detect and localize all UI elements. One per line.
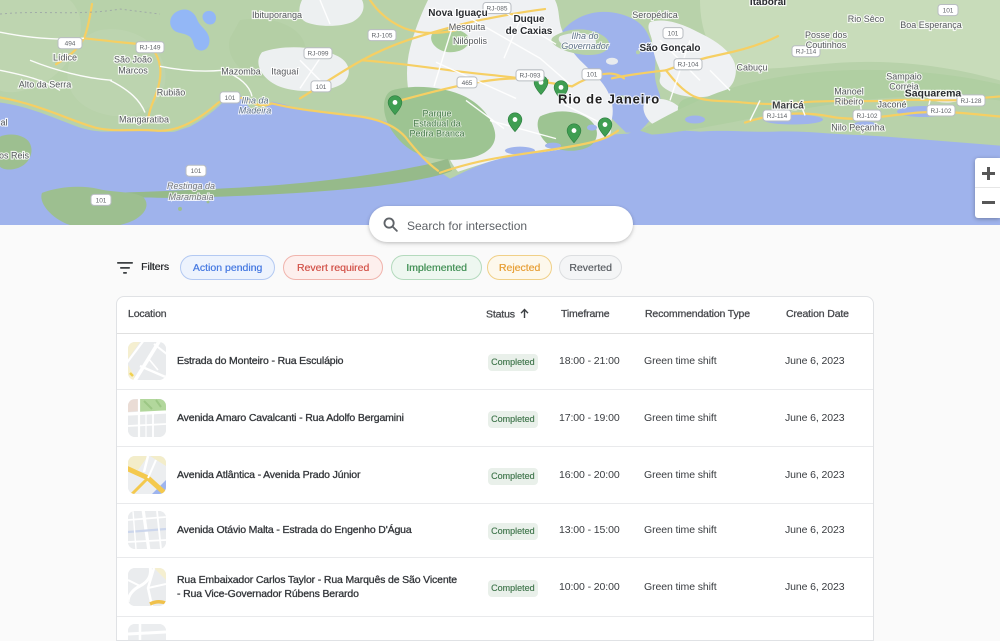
svg-text:101: 101	[587, 72, 598, 79]
svg-text:Sampaio: Sampaio	[886, 71, 922, 81]
svg-text:Restinga da: Restinga da	[167, 181, 215, 191]
svg-text:Itaboraí: Itaboraí	[750, 0, 787, 8]
svg-text:Marcos: Marcos	[118, 65, 148, 75]
svg-text:Mesquita: Mesquita	[449, 22, 486, 32]
svg-text:RJ-149: RJ-149	[140, 45, 161, 52]
svg-text:Jaconé: Jaconé	[877, 99, 906, 109]
svg-text:Itaguaí: Itaguaí	[271, 66, 299, 76]
svg-text:RJ-105: RJ-105	[372, 33, 393, 40]
svg-text:101: 101	[96, 197, 107, 204]
svg-text:RJ-099: RJ-099	[308, 51, 329, 58]
svg-text:São Gonçalo: São Gonçalo	[639, 43, 700, 54]
svg-text:RJ-102: RJ-102	[931, 108, 952, 115]
svg-text:São João: São João	[114, 54, 152, 64]
svg-text:Cabuçu: Cabuçu	[736, 62, 767, 72]
svg-text:RJ-128: RJ-128	[961, 98, 982, 105]
svg-text:Maricá: Maricá	[772, 100, 804, 111]
svg-text:RJ-085: RJ-085	[487, 5, 508, 12]
svg-text:Ilha da: Ilha da	[241, 95, 268, 105]
svg-text:Nova Iguaçu: Nova Iguaçu	[428, 8, 487, 19]
svg-text:de Caxias: de Caxias	[506, 26, 553, 37]
svg-text:Estadual da: Estadual da	[413, 119, 461, 129]
svg-text:Seropédica: Seropédica	[632, 10, 678, 20]
svg-text:Boa Esperança: Boa Esperança	[900, 20, 962, 30]
svg-text:Ribeiro: Ribeiro	[835, 96, 863, 106]
svg-text:Saquarema: Saquarema	[905, 87, 962, 99]
svg-text:101: 101	[191, 168, 202, 175]
svg-text:Posse dos: Posse dos	[805, 30, 847, 40]
svg-text:RJ-093: RJ-093	[520, 73, 541, 80]
svg-text:al: al	[0, 118, 7, 128]
svg-text:Governador: Governador	[561, 41, 609, 51]
svg-text:Manoel: Manoel	[834, 86, 864, 96]
svg-text:Nilo Peçanha: Nilo Peçanha	[831, 123, 885, 133]
svg-text:465: 465	[462, 80, 473, 87]
svg-text:Marambaia: Marambaia	[168, 192, 213, 202]
svg-text:RJ-102: RJ-102	[857, 113, 878, 120]
svg-text:Pedra Branca: Pedra Branca	[409, 129, 465, 139]
svg-text:Rio Sêco: Rio Sêco	[848, 14, 885, 24]
svg-text:Mangaratiba: Mangaratiba	[119, 115, 170, 125]
svg-text:RJ-104: RJ-104	[678, 62, 699, 69]
svg-text:RJ-114: RJ-114	[767, 113, 788, 120]
svg-text:101: 101	[225, 95, 236, 102]
svg-text:494: 494	[65, 41, 76, 48]
svg-text:101: 101	[668, 31, 679, 38]
svg-text:Ilha do: Ilha do	[571, 31, 598, 41]
svg-text:101: 101	[316, 84, 327, 91]
svg-text:Coutinhos: Coutinhos	[806, 40, 847, 50]
svg-text:Madeira: Madeira	[239, 105, 272, 115]
svg-text:Alto da Serra: Alto da Serra	[19, 79, 72, 89]
svg-text:Rubião: Rubião	[157, 87, 186, 97]
svg-text:os Reis: os Reis	[0, 151, 29, 161]
svg-text:Rio de Janeiro: Rio de Janeiro	[558, 91, 660, 106]
svg-text:101: 101	[943, 7, 954, 14]
svg-text:Ibituporanga: Ibituporanga	[252, 10, 303, 20]
svg-text:Parque: Parque	[422, 109, 451, 119]
svg-text:Nilópolis: Nilópolis	[453, 36, 487, 46]
svg-text:Mazomba: Mazomba	[221, 66, 261, 76]
svg-text:Duque: Duque	[513, 14, 545, 25]
svg-text:Lídice: Lídice	[53, 52, 77, 62]
